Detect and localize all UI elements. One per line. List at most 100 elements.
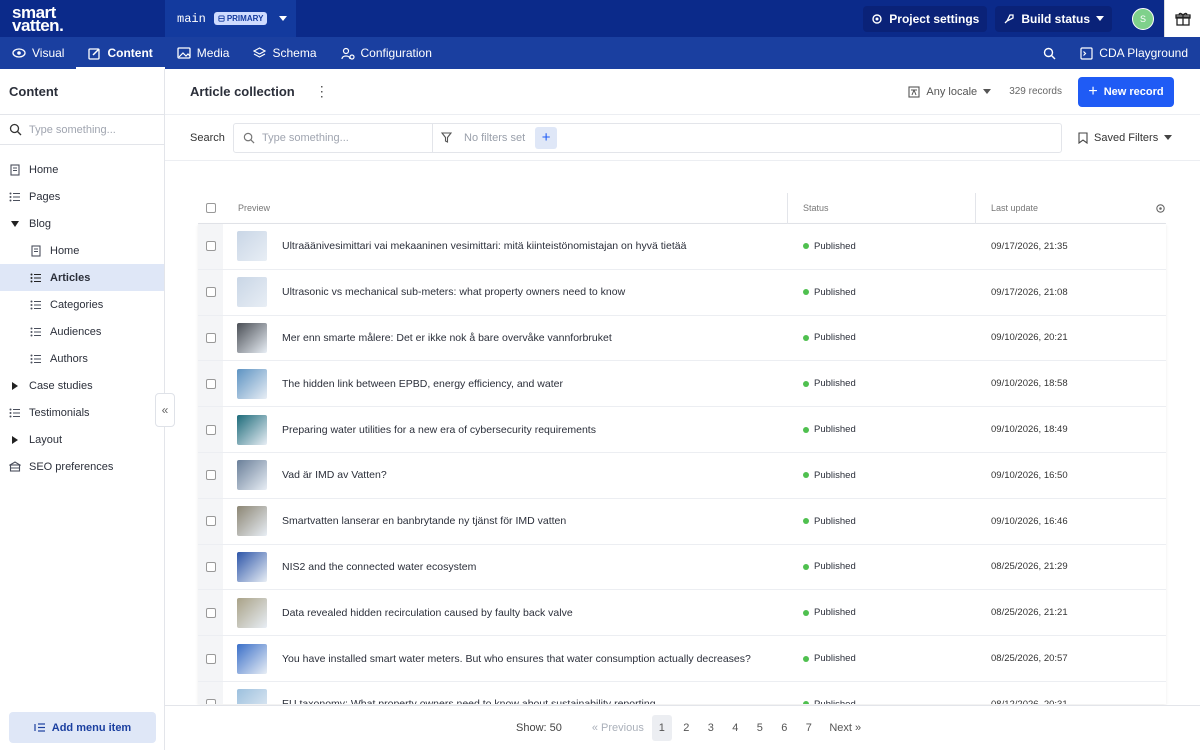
row-checkbox[interactable] — [206, 424, 216, 435]
next-page-button[interactable]: Next » — [829, 722, 861, 734]
article-title[interactable]: Mer enn smarte målere: Det er ikke nok å… — [282, 332, 788, 344]
table-row[interactable]: EU taxonomy: What property owners need t… — [198, 681, 1166, 704]
row-checkbox[interactable] — [206, 699, 216, 704]
table-row[interactable]: You have installed smart water meters. B… — [198, 636, 1166, 682]
row-checkbox[interactable] — [206, 516, 216, 527]
tab-visual[interactable]: Visual — [0, 37, 76, 69]
page-number[interactable]: 6 — [774, 715, 794, 741]
sidebar-item-categories[interactable]: Categories — [0, 291, 164, 318]
table-row[interactable]: NIS2 and the connected water ecosystem Pu… — [198, 544, 1166, 591]
row-checkbox[interactable] — [206, 561, 216, 572]
column-header-last-update[interactable]: Last update — [976, 203, 1166, 214]
article-title[interactable]: EU taxonomy: What property owners need t… — [282, 698, 788, 704]
table-row[interactable]: Ultraäänivesimittari vai mekaaninen vesi… — [198, 224, 1166, 270]
article-title[interactable]: Ultrasonic vs mechanical sub-meters: wha… — [282, 286, 788, 298]
published-dot-icon — [803, 334, 809, 341]
new-record-button[interactable]: + New record — [1078, 76, 1174, 107]
article-title[interactable]: Vad är IMD av Vatten? — [282, 469, 788, 481]
page-number[interactable]: 7 — [799, 715, 819, 741]
article-title[interactable]: Preparing water utilities for a new era … — [282, 424, 788, 436]
global-search-button[interactable] — [1031, 47, 1068, 60]
page-number[interactable]: 3 — [701, 715, 721, 741]
sidebar-item-articles[interactable]: Articles — [0, 264, 164, 291]
sidebar-item-audiences[interactable]: Audiences — [0, 318, 164, 345]
article-title[interactable]: You have installed smart water meters. B… — [282, 653, 788, 665]
table-row[interactable]: Data revealed hidden recirculation cause… — [198, 590, 1166, 637]
table-row[interactable]: Vad är IMD av Vatten? Published 09/10/2026… — [198, 452, 1166, 499]
column-header-preview[interactable]: Preview — [223, 192, 788, 224]
search-placeholder: Type something... — [262, 131, 349, 144]
page-number[interactable]: 2 — [676, 715, 696, 741]
primary-badge-label: PRIMARY — [226, 14, 264, 23]
sidebar-item-label: Layout — [29, 433, 63, 446]
brand-logo[interactable]: smart vatten. — [0, 0, 165, 37]
tab-media[interactable]: Media — [165, 37, 242, 69]
table-row[interactable]: Ultrasonic vs mechanical sub-meters: wha… — [198, 269, 1166, 316]
sidebar-item-case-studies[interactable]: Case studies — [0, 372, 164, 399]
article-title[interactable]: The hidden link between EPBD, energy eff… — [282, 378, 788, 390]
row-checkbox[interactable] — [206, 378, 216, 389]
gear-icon[interactable] — [1155, 203, 1166, 214]
sidebar-item-blog[interactable]: Blog — [0, 210, 164, 237]
last-update: 09/17/2026, 21:35 — [991, 240, 1068, 252]
list-icon — [30, 299, 42, 311]
page-number[interactable]: 4 — [725, 715, 745, 741]
sidebar-item-pages[interactable]: Pages — [0, 183, 164, 210]
row-checkbox[interactable] — [206, 653, 216, 664]
sidebar-item-layout[interactable]: Layout — [0, 426, 164, 453]
row-checkbox[interactable] — [206, 287, 216, 298]
add-menu-item-button[interactable]: Add menu item — [9, 712, 156, 743]
status-badge: Published — [788, 241, 976, 252]
published-dot-icon — [803, 701, 809, 704]
locale-selector[interactable]: Any locale — [908, 86, 992, 98]
build-status-button[interactable]: Build status — [995, 5, 1112, 32]
row-checkbox[interactable] — [206, 332, 216, 343]
column-header-status[interactable]: Status — [788, 192, 976, 224]
table-row[interactable]: Mer enn smarte målere: Det er ikke nok å… — [198, 315, 1166, 362]
sidebar-item-testimonials[interactable]: Testimonials — [0, 399, 164, 426]
article-title[interactable]: Smartvatten lanserar en banbrytande ny t… — [282, 515, 788, 527]
filters-area[interactable]: No filters set + — [433, 126, 558, 149]
last-update: 08/12/2026, 20:31 — [976, 699, 1166, 704]
search-input[interactable]: Type something... — [234, 123, 433, 152]
row-checkbox[interactable] — [206, 470, 216, 481]
chevron-down-icon — [1164, 135, 1173, 140]
search-icon — [9, 123, 22, 136]
gift-button[interactable] — [1164, 0, 1200, 37]
sidebar-item-label: Testimonials — [29, 406, 90, 419]
article-thumbnail — [237, 277, 267, 308]
article-title[interactable]: Ultraäänivesimittari vai mekaaninen vesi… — [282, 240, 788, 252]
sidebar-item-authors[interactable]: Authors — [0, 345, 164, 372]
page-number[interactable]: 1 — [651, 715, 672, 741]
sidebar-item-label: Categories — [50, 298, 104, 311]
row-checkbox[interactable] — [206, 607, 216, 618]
page-number[interactable]: 5 — [750, 715, 770, 741]
article-title[interactable]: NIS2 and the connected water ecosystem — [282, 561, 788, 573]
avatar[interactable]: S — [1132, 7, 1154, 30]
project-settings-button[interactable]: Project settings — [863, 5, 988, 32]
table-row[interactable]: Preparing water utilities for a new era … — [198, 407, 1166, 453]
saved-filters-dropdown[interactable]: Saved Filters — [1078, 132, 1173, 144]
sidebar-title: Content — [0, 69, 164, 115]
table-row[interactable]: The hidden link between EPBD, energy eff… — [198, 361, 1166, 408]
tab-content[interactable]: Content — [76, 37, 166, 69]
collapse-sidebar-button[interactable]: « — [155, 393, 175, 427]
table-row[interactable]: Smartvatten lanserar en banbrytande ny t… — [198, 498, 1166, 545]
select-all-checkbox[interactable] — [206, 203, 216, 213]
tab-schema[interactable]: Schema — [241, 37, 328, 69]
config-icon — [340, 47, 355, 60]
page-size-selector[interactable]: Show: 50 — [516, 722, 562, 734]
article-title[interactable]: Data revealed hidden recirculation cause… — [282, 607, 788, 619]
sidebar-item-seo-preferences[interactable]: SEO preferences — [0, 453, 164, 480]
tab-configuration[interactable]: Configuration — [329, 37, 444, 69]
branch-selector[interactable]: main PRIMARY — [165, 0, 296, 37]
sidebar-item-home[interactable]: Home — [0, 156, 164, 183]
previous-page-button[interactable]: « Previous — [592, 722, 644, 734]
cda-playground-link[interactable]: CDA Playground — [1068, 46, 1200, 60]
sidebar-item-blog-home[interactable]: Home — [0, 237, 164, 264]
more-options-icon[interactable]: ⋮ — [315, 83, 329, 100]
row-checkbox[interactable] — [206, 241, 216, 252]
add-filter-button[interactable]: + — [535, 126, 558, 149]
sidebar-search-input[interactable]: Type something... — [0, 115, 164, 145]
list-icon — [9, 191, 21, 203]
